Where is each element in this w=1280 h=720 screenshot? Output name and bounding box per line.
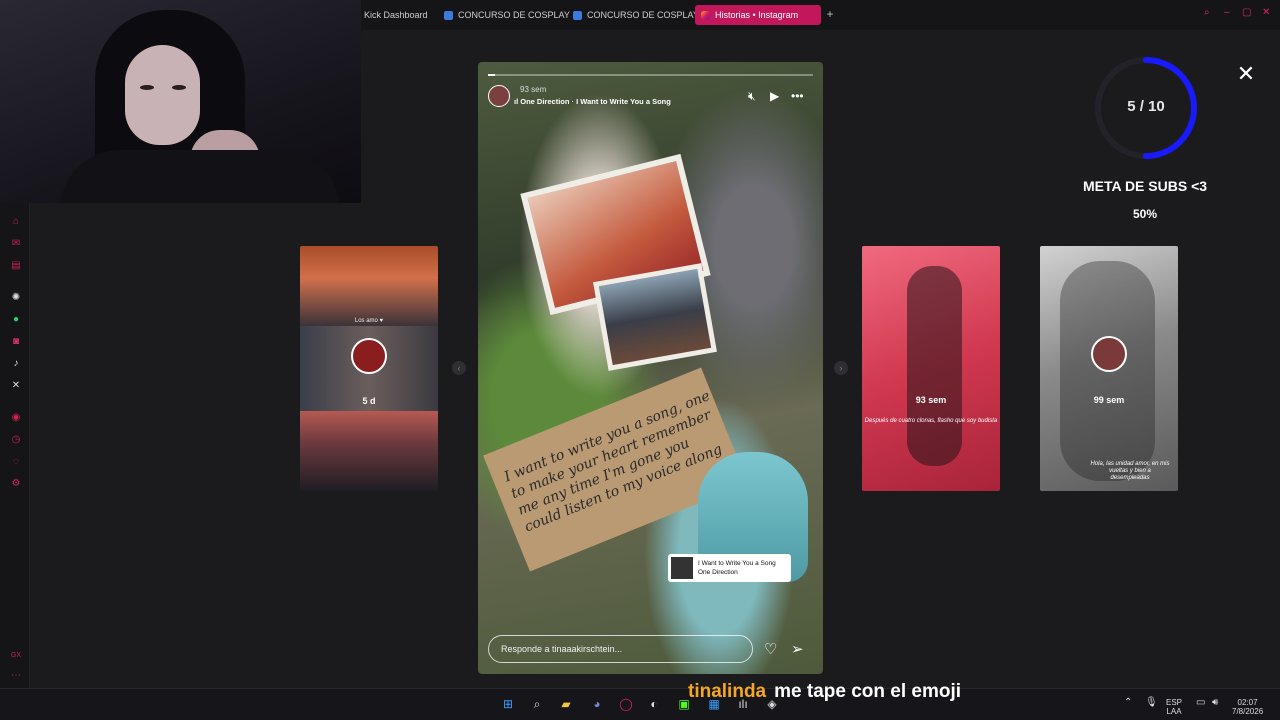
tab-kick-dashboard[interactable]: Kick Dashboard	[358, 5, 434, 25]
tab-label: CONCURSO DE COSPLAY	[587, 10, 699, 20]
search-icon[interactable]: ⌕	[1204, 7, 1210, 18]
sidebar-mail-icon[interactable]: ✉	[10, 238, 22, 250]
sidebar-chatgpt-icon[interactable]: ✺	[10, 292, 22, 304]
doc-icon	[444, 10, 453, 20]
sub-goal-percent: 50%	[1132, 207, 1158, 221]
thumb-caption: Después de cuatro clonas, flasho que soy…	[864, 418, 998, 424]
tab-label: CONCURSO DE COSPLAY	[458, 10, 570, 20]
send-icon[interactable]: ➢	[791, 640, 804, 658]
more-options-icon[interactable]: •••	[791, 89, 804, 103]
sidebar-more-icon[interactable]: ⋯	[10, 670, 22, 682]
sidebar-store-icon[interactable]: ⌂	[10, 216, 22, 228]
instagram-icon	[701, 10, 710, 20]
thumb-image	[300, 411, 438, 491]
mute-icon[interactable]: 🔇︎	[748, 89, 756, 104]
maximize-icon[interactable]: ▢	[1242, 7, 1251, 18]
music-artist: One Direction	[698, 569, 738, 576]
story-song-text: One Direction · I Want to Write You a So…	[520, 97, 671, 106]
webcam-overlay	[0, 0, 361, 203]
photo-man	[593, 263, 717, 371]
thumb-time: 93 sem	[915, 395, 947, 405]
chat-username: tinalinda	[688, 681, 767, 702]
sidebar-record-icon[interactable]: ◉	[10, 412, 22, 424]
sub-goal-count: 5 / 10	[1127, 98, 1165, 115]
clock[interactable]: 02:07 7/8/2026	[1232, 698, 1263, 716]
close-icon[interactable]: ✕	[1236, 63, 1256, 85]
active-story[interactable]: 93 sem ıl One Direction · I Want to Writ…	[478, 62, 823, 674]
microphone-icon[interactable]: 🎙︎	[1145, 698, 1158, 708]
story-thumb-next[interactable]: 93 sem Después de cuatro clonas, flasho …	[862, 246, 1000, 491]
close-window-icon[interactable]: ✕	[1262, 7, 1270, 18]
story-song-label[interactable]: ıl One Direction · I Want to Write You a…	[514, 97, 671, 106]
clock-time: 02:07	[1237, 698, 1258, 707]
language-indicator[interactable]: ESP LAA	[1166, 698, 1182, 716]
webcam-face	[125, 45, 200, 145]
tab-label: Historias • Instagram	[715, 10, 799, 20]
story-progress-bar	[488, 74, 813, 76]
opera-gx-icon[interactable]: ◯	[618, 696, 634, 712]
sidebar-settings-icon[interactable]: ⚙	[10, 478, 22, 490]
album-art	[671, 557, 693, 579]
thumb-image	[907, 266, 962, 466]
webcam-body	[60, 150, 340, 203]
chat-message: me tape con el emoji	[774, 681, 962, 702]
taskbar	[0, 688, 1280, 720]
thumb-avatar	[1091, 336, 1127, 372]
sidebar-ext-icon[interactable]: GX	[10, 650, 22, 662]
heart-icon[interactable]: ♡	[764, 640, 777, 658]
sidebar-tiktok-icon[interactable]: ♪	[10, 358, 22, 370]
webcam-eye	[172, 85, 186, 90]
doc-icon	[573, 10, 582, 20]
sidebar-chat-icon[interactable]: ◌	[10, 456, 22, 468]
sidebar-news-icon[interactable]: ▤	[10, 260, 22, 272]
story-thumb-after[interactable]: 99 sem Hola, las unidad amor, en mis vue…	[1040, 246, 1178, 491]
network-icon[interactable]: ▭	[1196, 698, 1205, 708]
start-icon[interactable]: ⊞	[500, 696, 516, 712]
file-explorer-icon[interactable]: ▰	[558, 696, 574, 712]
discord-icon[interactable]: ◕	[589, 696, 605, 712]
music-title: I Want to Write You a Song	[698, 560, 776, 567]
new-tab-button[interactable]: +	[823, 7, 837, 21]
reply-input[interactable]: Responde a tinaaakirschtein...	[488, 635, 753, 663]
story-thumb-previous[interactable]: Los amo ♥ 5 d	[300, 246, 438, 491]
webcam-eye	[140, 85, 154, 90]
tab-concurso-2[interactable]: CONCURSO DE COSPLAY	[567, 5, 705, 25]
sidebar-whatsapp-icon[interactable]: ●	[10, 314, 22, 326]
tab-concurso-1[interactable]: CONCURSO DE COSPLAY	[438, 5, 576, 25]
thumb-image	[300, 246, 438, 326]
search-icon[interactable]: ⌕	[529, 696, 545, 712]
sub-goal-title: META DE SUBS <3	[1082, 178, 1208, 194]
region-code: LAA	[1166, 707, 1182, 716]
clock-date: 7/8/2026	[1232, 707, 1264, 716]
sidebar-instagram-icon[interactable]: ◙	[10, 336, 22, 348]
steam-icon[interactable]: ◐	[646, 696, 662, 712]
tab-instagram-stories[interactable]: Historias • Instagram	[695, 5, 821, 25]
browser-sidebar: ⌂ ✉ ▤ ✺ ● ◙ ♪ ✕ ◉ ◷ ◌ ⚙ GX ⋯	[0, 200, 30, 688]
thumb-caption: Hola, las unidad amor, en mis vueltas y …	[1090, 461, 1170, 481]
play-icon[interactable]: ▶	[770, 89, 779, 103]
thumb-avatar	[351, 338, 387, 374]
minimize-icon[interactable]: –	[1224, 7, 1230, 18]
thumb-sublabel: Los amo ♥	[354, 318, 384, 324]
next-story-arrow[interactable]: ›	[834, 361, 848, 375]
volume-icon[interactable]: 🔊︎	[1212, 698, 1218, 708]
chat-overlay: tinalinda me tape con el emoji	[688, 681, 961, 703]
story-author-avatar[interactable]	[488, 85, 510, 107]
thumb-time: 5 d	[362, 396, 376, 406]
story-time: 93 sem	[520, 85, 547, 94]
tab-label: Kick Dashboard	[364, 10, 428, 20]
tray-overflow-icon[interactable]: ⌃	[1124, 698, 1132, 708]
sidebar-history-icon[interactable]: ◷	[10, 434, 22, 446]
previous-story-arrow[interactable]: ‹	[452, 361, 466, 375]
story-progress-fill	[488, 74, 495, 76]
music-sticker[interactable]: I Want to Write You a Song One Direction	[668, 554, 791, 582]
sidebar-x-icon[interactable]: ✕	[10, 380, 22, 392]
language-code: ESP	[1166, 698, 1183, 707]
thumb-time: 99 sem	[1093, 395, 1125, 405]
